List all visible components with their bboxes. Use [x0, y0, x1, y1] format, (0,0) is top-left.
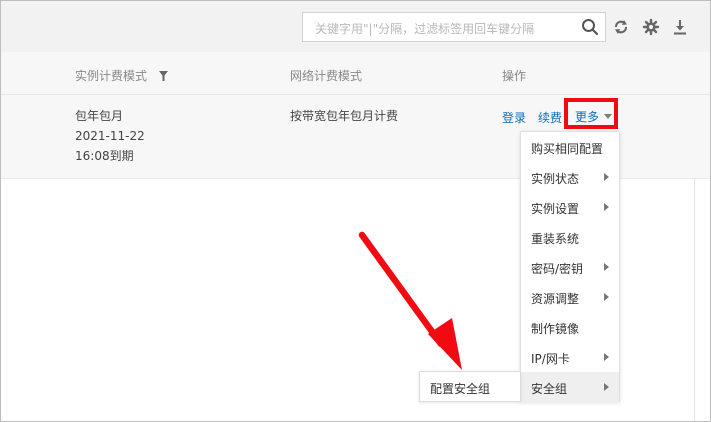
menu-item-buy-same-config[interactable]: 购买相同配置: [521, 132, 619, 162]
billing-mode: 包年包月: [75, 109, 124, 123]
download-icon[interactable]: [671, 18, 689, 36]
chevron-right-icon: [604, 383, 609, 391]
column-header-billing[interactable]: 实例计费模式: [75, 67, 168, 84]
chevron-down-icon[interactable]: [604, 114, 612, 119]
renew-link[interactable]: 续费: [538, 109, 562, 126]
menu-item-instance-settings[interactable]: 实例设置: [521, 192, 619, 222]
menu-item-instance-status[interactable]: 实例状态: [521, 162, 619, 192]
menu-item-reinstall-system[interactable]: 重装系统: [521, 222, 619, 252]
filter-icon[interactable]: [158, 71, 168, 81]
chevron-right-icon: [604, 203, 609, 211]
chevron-right-icon: [604, 353, 609, 361]
divider: [694, 178, 695, 421]
billing-cell: 包年包月 2021-11-22 16:08到期: [75, 106, 145, 166]
submenu-item-configure-security-group[interactable]: 配置安全组: [430, 380, 490, 397]
table-header: 实例计费模式 网络计费模式 操作: [1, 52, 710, 95]
chevron-right-icon: [604, 173, 609, 181]
toolbar: 关键字用"|"分隔，过滤标签用回车键分隔: [1, 1, 710, 52]
login-link[interactable]: 登录: [502, 109, 526, 126]
menu-item-password-key[interactable]: 密码/密钥: [521, 252, 619, 282]
menu-item-create-image[interactable]: 制作镜像: [521, 312, 619, 342]
expiry-date: 2021-11-22: [75, 129, 145, 143]
menu-item-ip-nic[interactable]: IP/网卡: [521, 342, 619, 372]
annotation-arrow-icon: [358, 231, 462, 370]
more-button[interactable]: 更多: [575, 108, 599, 125]
search-icon[interactable]: [581, 18, 599, 36]
column-header-network-billing: 网络计费模式: [290, 69, 363, 83]
search-box[interactable]: 关键字用"|"分隔，过滤标签用回车键分隔: [302, 12, 606, 42]
column-header-actions: 操作: [502, 69, 527, 83]
chevron-right-icon: [604, 263, 609, 271]
refresh-icon[interactable]: [612, 18, 630, 36]
menu-item-resource-adjust[interactable]: 资源调整: [521, 282, 619, 312]
expiry-time: 16:08到期: [75, 149, 134, 163]
search-input[interactable]: 关键字用"|"分隔，过滤标签用回车键分隔: [315, 20, 534, 37]
network-billing-cell: 按带宽包年包月计费: [290, 109, 399, 123]
menu-item-security-group[interactable]: 安全组: [521, 372, 619, 402]
chevron-right-icon: [604, 293, 609, 301]
more-dropdown-menu: 购买相同配置 实例状态 实例设置 重装系统 密码/密钥 资源调整 制作镜像 IP…: [520, 131, 620, 402]
gear-icon[interactable]: [642, 18, 660, 36]
